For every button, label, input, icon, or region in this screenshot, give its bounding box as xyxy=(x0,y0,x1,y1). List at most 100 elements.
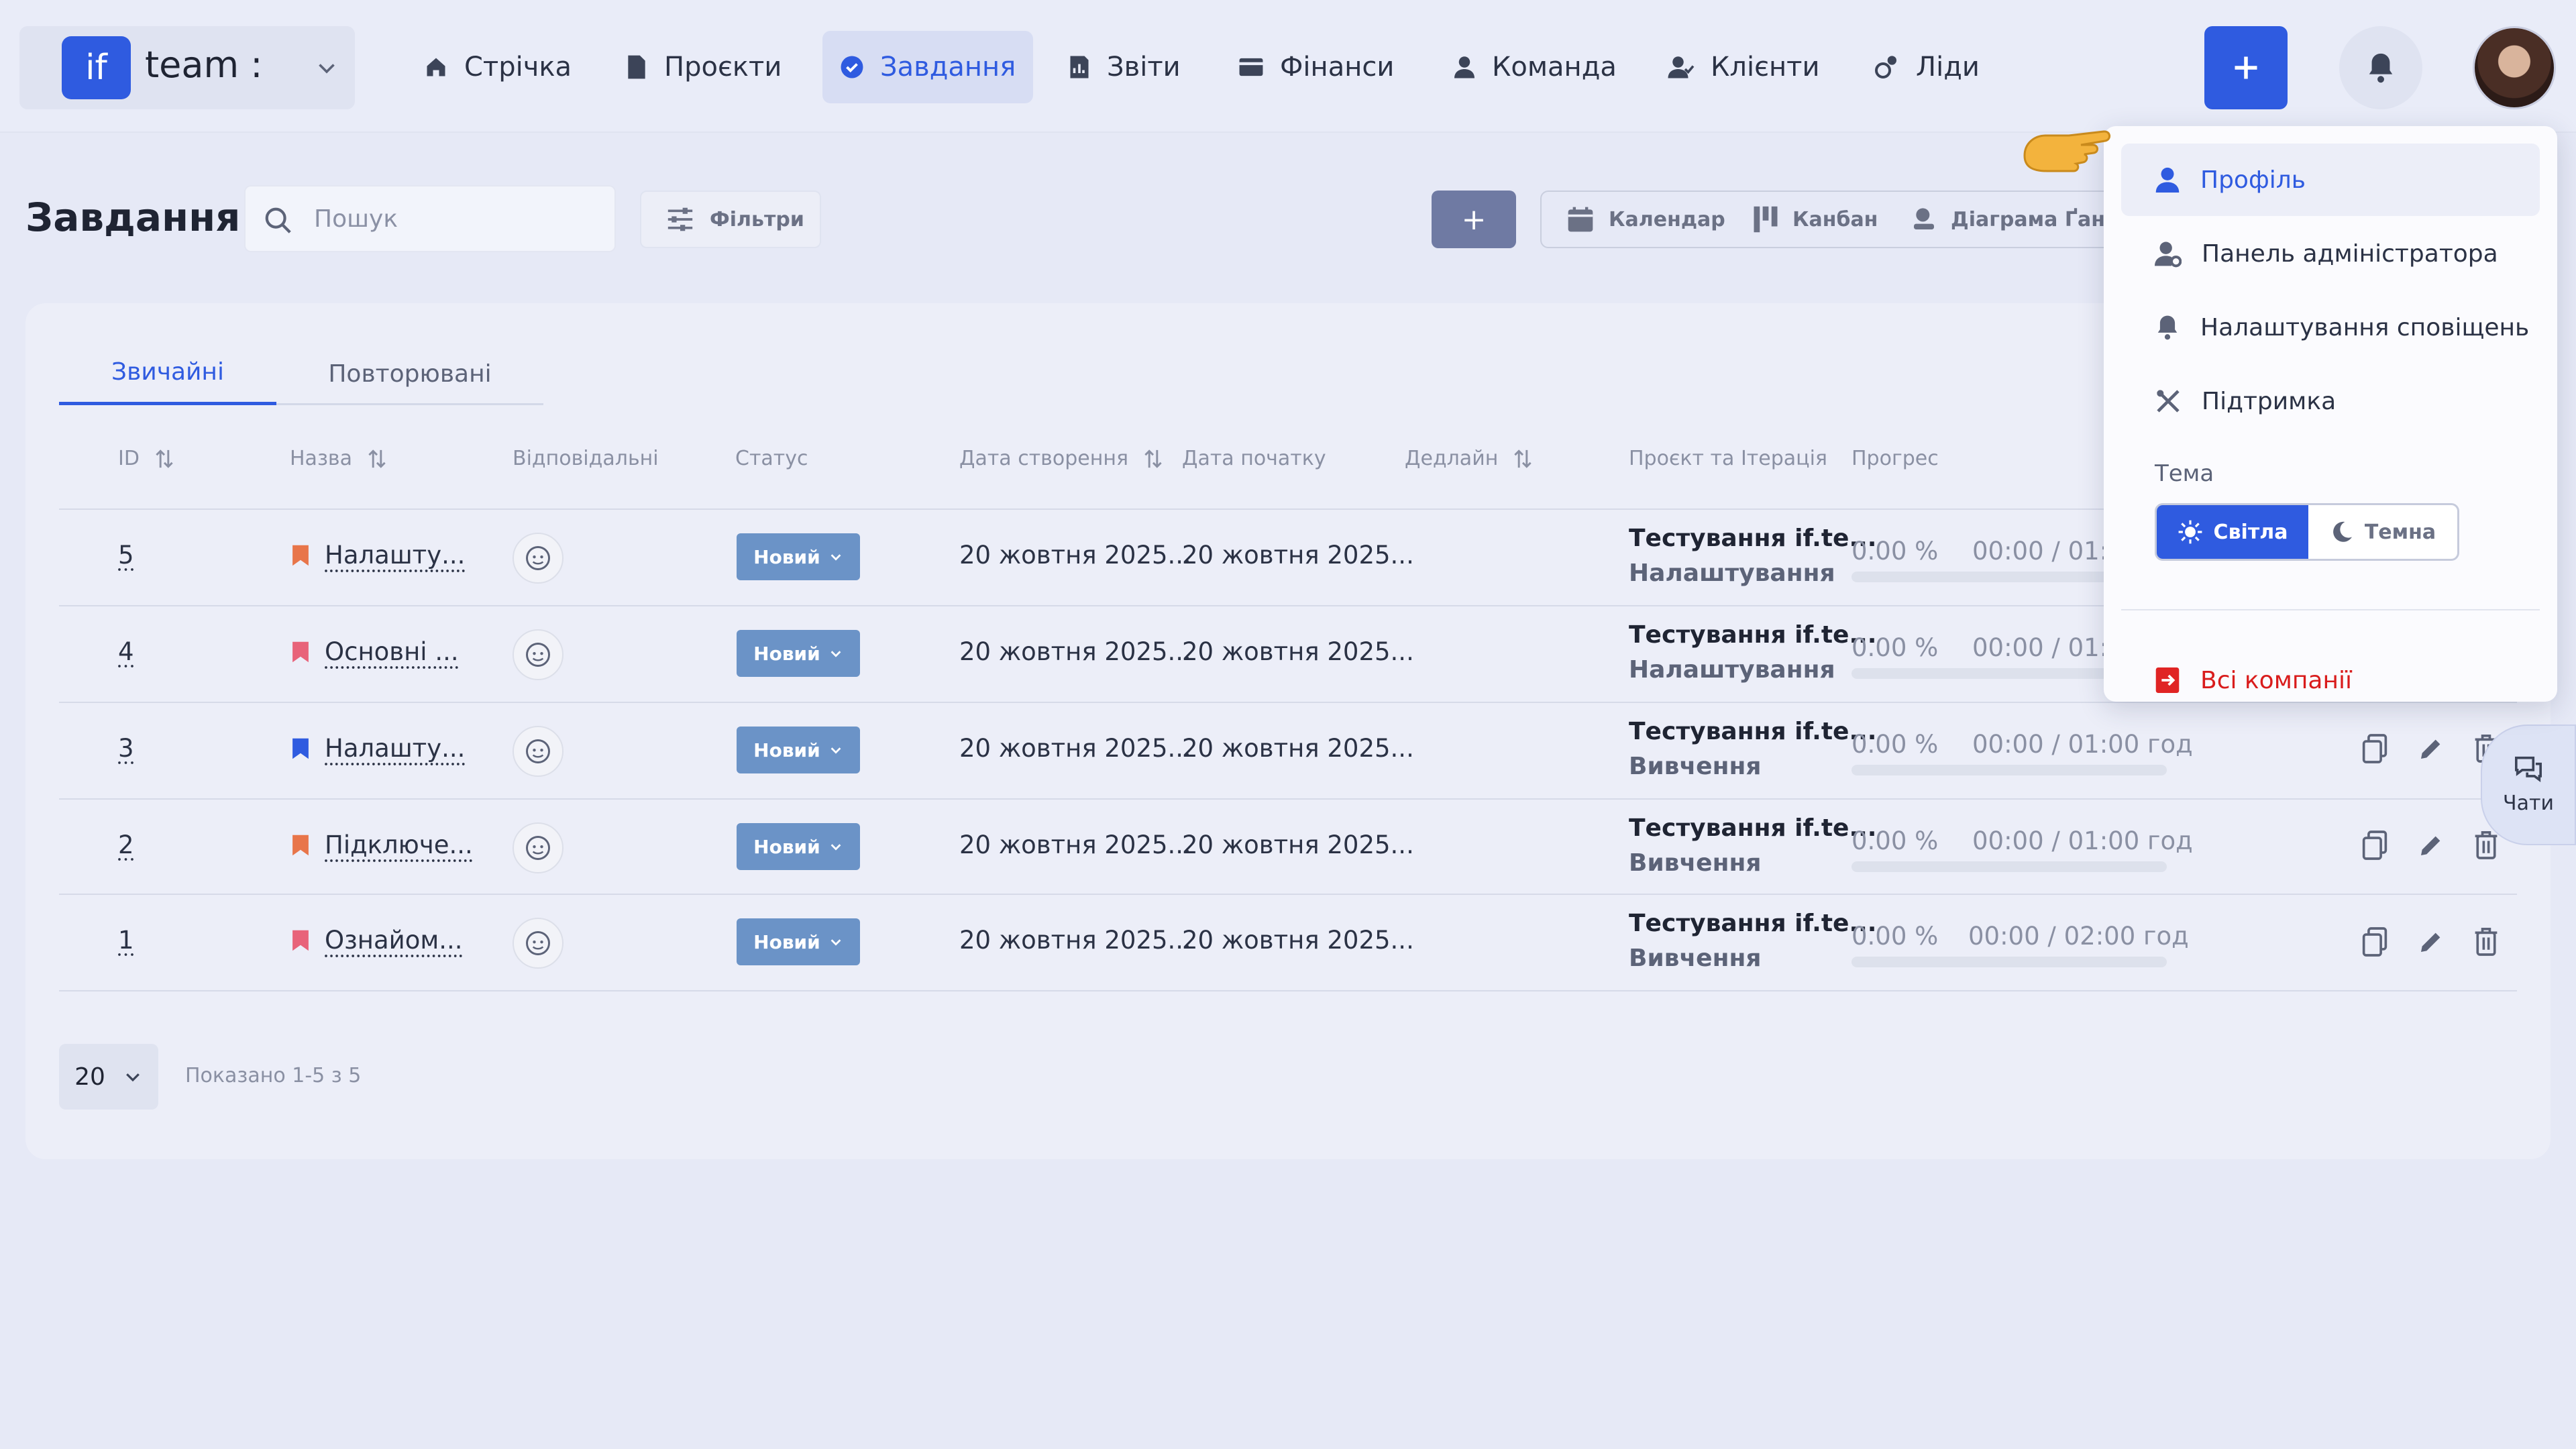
tab-recurring[interactable]: Повторювані xyxy=(276,342,543,405)
copy-icon[interactable] xyxy=(2361,734,2388,763)
gantt-icon xyxy=(1914,208,1934,229)
assignee-avatar[interactable] xyxy=(513,629,564,680)
nav-item-label: Клієнти xyxy=(1711,52,1820,83)
view-calendar[interactable]: Календар xyxy=(1566,192,1725,247)
assignee-avatar[interactable] xyxy=(513,918,564,969)
nav-item-finance[interactable]: Фінанси xyxy=(1221,31,1411,103)
project-name[interactable]: Тестування if.te... xyxy=(1629,621,1876,649)
menu-item-notification-settings[interactable]: Налаштування сповіщень xyxy=(2121,291,2540,364)
assignee-avatar[interactable] xyxy=(513,726,564,777)
start-date: 20 жовтня 2025... xyxy=(1182,926,1414,955)
tab-regular[interactable]: Звичайні xyxy=(59,342,276,405)
menu-item-all-companies[interactable]: Всі компанії xyxy=(2121,644,2540,716)
profile-dropdown-menu: Профіль Панель адміністратора Налаштуван… xyxy=(2104,126,2557,702)
delete-icon[interactable] xyxy=(2473,926,2500,957)
start-date: 20 жовтня 2025... xyxy=(1182,541,1414,570)
nav-item-reports[interactable]: Звіти xyxy=(1051,31,1198,103)
row-divider xyxy=(59,894,2517,895)
column-header-deadline[interactable]: Дедлайн xyxy=(1405,447,1533,470)
chevron-down-icon xyxy=(319,64,335,74)
progress-bar xyxy=(1851,957,2167,967)
progress-percent: 0.00 % xyxy=(1851,826,1939,855)
pagination-info: Показано 1-5 з 5 xyxy=(185,1064,362,1087)
menu-divider xyxy=(2121,609,2540,610)
theme-dark-option[interactable]: Темна xyxy=(2308,505,2457,559)
column-header-start: Дата початку xyxy=(1182,447,1326,470)
nav-item-projects[interactable]: Проєкти xyxy=(608,31,799,103)
theme-light-option[interactable]: Світла xyxy=(2157,505,2308,559)
nav-item-feed[interactable]: Стрічка xyxy=(407,31,589,103)
status-dropdown[interactable]: Новий xyxy=(737,533,860,580)
menu-item-profile[interactable]: Профіль xyxy=(2121,144,2540,216)
task-id[interactable]: 4 xyxy=(118,637,134,666)
status-dropdown[interactable]: Новий xyxy=(737,727,860,773)
column-header-created[interactable]: Дата створення xyxy=(959,447,1163,470)
create-task-button[interactable]: + xyxy=(1432,191,1516,248)
nav-item-team[interactable]: Команда xyxy=(1436,31,1634,103)
task-name[interactable]: Підключе... xyxy=(291,830,473,859)
task-id[interactable]: 2 xyxy=(118,830,134,859)
nav-item-clients[interactable]: Клієнти xyxy=(1650,31,1837,103)
edit-icon[interactable] xyxy=(2418,735,2445,762)
view-gantt[interactable]: Діаграма Ґанта xyxy=(1911,192,2131,247)
user-face-icon xyxy=(526,643,550,667)
created-date: 20 жовтня 2025... xyxy=(959,830,1191,859)
exit-icon xyxy=(2155,667,2180,693)
project-name[interactable]: Тестування if.te... xyxy=(1629,525,1876,552)
time-tracked: 00:00 / 02:00 год xyxy=(1968,922,2189,951)
start-date: 20 жовтня 2025... xyxy=(1182,637,1414,666)
theme-label: Тема xyxy=(2155,460,2214,487)
chats-button[interactable]: Чати xyxy=(2481,724,2576,845)
task-name[interactable]: Налашту... xyxy=(291,734,465,763)
global-add-button[interactable] xyxy=(2204,26,2288,109)
edit-icon[interactable] xyxy=(2418,832,2445,859)
chevron-down-icon xyxy=(830,747,841,754)
copy-icon[interactable] xyxy=(2361,927,2388,957)
task-name[interactable]: Основні ... xyxy=(291,637,459,666)
project-name[interactable]: Тестування if.te... xyxy=(1629,718,1876,745)
nav-item-tasks[interactable]: Завдання xyxy=(822,31,1034,103)
task-type-tabs: Звичайні Повторювані xyxy=(59,342,543,405)
nav-item-label: Стрічка xyxy=(464,52,572,83)
chevron-down-icon xyxy=(830,844,841,851)
task-id[interactable]: 1 xyxy=(118,926,134,955)
delete-icon[interactable] xyxy=(2473,829,2500,860)
progress-percent: 0.00 % xyxy=(1851,537,1939,566)
progress-percent: 0.00 % xyxy=(1851,633,1939,662)
status-dropdown[interactable]: Новий xyxy=(737,823,860,870)
column-header-id[interactable]: ID xyxy=(118,447,174,470)
task-name[interactable]: Ознайом... xyxy=(291,926,463,955)
menu-item-admin-panel[interactable]: Панель адміністратора xyxy=(2121,217,2540,290)
column-header-name[interactable]: Назва xyxy=(290,447,387,470)
search-input[interactable] xyxy=(313,186,601,251)
view-kanban[interactable]: Канбан xyxy=(1752,192,1878,247)
status-dropdown[interactable]: Новий xyxy=(737,630,860,677)
user-avatar[interactable] xyxy=(2473,26,2556,109)
task-id[interactable]: 5 xyxy=(118,541,134,570)
workspace-switcher[interactable]: if team : xyxy=(19,26,355,109)
column-header-assignees: Відповідальні xyxy=(513,447,659,470)
nav-item-label: Команда xyxy=(1492,52,1617,83)
edit-icon[interactable] xyxy=(2418,928,2445,955)
status-dropdown[interactable]: Новий xyxy=(737,918,860,965)
copy-icon[interactable] xyxy=(2361,830,2388,860)
filters-button[interactable]: Фільтри xyxy=(640,191,821,248)
sort-icon xyxy=(1144,449,1162,468)
task-id[interactable]: 3 xyxy=(118,734,134,763)
project-name[interactable]: Тестування if.te... xyxy=(1629,814,1876,842)
assignee-avatar[interactable] xyxy=(513,822,564,873)
sort-icon xyxy=(368,449,386,468)
menu-item-support[interactable]: Підтримка xyxy=(2121,365,2540,437)
task-name[interactable]: Налашту... xyxy=(291,541,465,570)
iteration-name: Вивчення xyxy=(1629,753,1762,780)
nav-item-leads[interactable]: Ліди xyxy=(1856,31,1997,103)
view-switcher: Календар Канбан Діаграма Ґанта xyxy=(1540,191,2144,248)
clients-icon xyxy=(1668,56,1695,78)
assignee-avatar[interactable] xyxy=(513,533,564,584)
chevron-down-icon xyxy=(126,1073,140,1082)
notifications-button[interactable] xyxy=(2339,26,2422,109)
page-size-select[interactable]: 20 xyxy=(59,1044,158,1110)
nav-item-label: Завдання xyxy=(880,52,1016,83)
search-box[interactable] xyxy=(244,185,616,252)
project-name[interactable]: Тестування if.te... xyxy=(1629,910,1876,937)
